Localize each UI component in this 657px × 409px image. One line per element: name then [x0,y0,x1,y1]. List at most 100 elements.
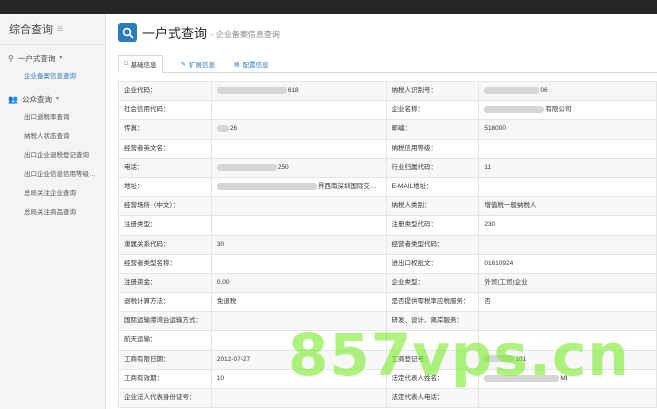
field-label: 是否提供零税率应税服务： [387,293,480,312]
edit-icon: ✎ [181,61,187,68]
table-row: 企业代码： 618 纳税人识别号： 06 [119,82,657,102]
field-value [212,139,387,158]
field-label: 研发、设计、离岸服务： [387,312,480,331]
field-value: 101 [479,350,657,369]
table-row: 隶属关系代码： 30 经营者类型代码： [119,235,657,255]
field-value: 06 [479,82,657,101]
field-label: 传真： [119,120,212,139]
sidebar-group-public[interactable]: 👥 公众查询 ▼ [0,90,105,108]
redacted-mask [216,182,317,190]
redacted-mask [216,125,229,133]
info-table: 企业代码： 618 纳税人识别号： 06 社会信用代码： 企业名称： 有限公司 传真： 26 邮编… [118,81,657,409]
field-value [212,312,387,331]
table-row: 地址： 界西南深圳国际交… E-MAIL地址： [119,177,657,198]
sidebar-item-focus-goods[interactable]: 总局关注商品查询 [0,203,105,222]
field-value [212,101,387,120]
field-label: 经营者英文名： [119,139,212,158]
field-label: 企业代码： [119,82,212,101]
sidebar: 综合查询 ≡ ⚲ 一户式查询 ▼ 企业备案信息查询 👥 公众查询 ▼ 出口退税率… [0,14,106,409]
table-row: 电话： 250 行业归属代码： 11 [119,158,657,178]
field-value: 0.00 [212,273,387,293]
field-value [479,235,657,254]
field-label: 纳税信用等级： [387,139,480,158]
sidebar-group-household[interactable]: ⚲ 一户式查询 ▼ [0,49,105,67]
main-content: 一户式查询 - 企业备案信息查询 □ 基础信息 ✎ 扩展信息 ▤ 配置信息 企业… [107,14,657,409]
field-value [479,312,657,331]
field-label: 企业名称： [387,101,480,120]
page-subtitle: - 企业备案信息查询 [211,29,280,39]
field-label: 注册类型代码： [387,216,480,235]
table-row: 企业法人代表身份证号： 法定代表人电话： [119,389,657,409]
field-label: 工商登记号： [387,350,480,369]
field-label: E-MAIL地址： [387,177,480,197]
table-row: 传真： 26 邮编： 518000 [119,120,657,140]
field-value [212,254,387,273]
redacted-mask [484,86,540,94]
search-icon [118,23,137,42]
field-label: 工商有限日期： [119,350,212,369]
sidebar-title: 综合查询 ≡ [0,14,105,45]
table-row: 经营者类型名称： 进出口权批文： 01610924 [119,254,657,274]
users-icon: 👥 [8,94,18,104]
table-row: 工商有限日期： 2012-07-27 工商登记号： 101 [119,350,657,370]
field-label: 行业归属代码： [387,158,480,177]
field-label: 纳税人识别号： [387,82,480,101]
field-label: 地址： [119,177,212,197]
field-label: 退税计算方法： [119,293,212,312]
chevron-down-icon: ▼ [54,96,60,102]
sidebar-item-taxpayer-status[interactable]: 纳税人状态查询 [0,127,105,146]
field-value: 否 [479,293,657,312]
field-value [479,389,657,408]
field-label: 工商有效期： [119,369,212,388]
field-value: 618 [212,82,387,101]
redacted-mask [484,355,515,363]
page-title: 一户式查询 [142,26,208,41]
field-value: 10 [212,369,387,388]
field-label: 经营场所（中文）： [119,197,212,216]
field-value: 增值税一般纳税人 [479,197,657,216]
table-row: 工商有效期： 10 法定代表人姓名： MI [119,369,657,389]
sidebar-item-enterprise-record[interactable]: 企业备案信息查询 [0,67,105,86]
field-value: 11 [479,158,657,177]
field-value: 01610924 [479,254,657,273]
field-label: 法定代表人姓名： [387,369,480,388]
tab-config-info[interactable]: ▤ 配置信息 [229,55,274,73]
field-label: 纳税人类别： [387,197,480,216]
field-label: 经营者类型名称： [119,254,212,273]
field-value: MI [479,369,657,388]
doc-icon: ▤ [234,61,240,68]
search-icon: ⚲ [8,53,14,63]
menu-icon[interactable]: ≡ [57,24,63,35]
redacted-mask [216,163,277,171]
sidebar-item-tax-rate[interactable]: 出口退税率查询 [0,108,105,127]
top-bar [0,0,657,14]
field-value [479,177,657,197]
table-row: 经营场所（中文）： 纳税人类别： 增值税一般纳税人 [119,197,657,217]
sidebar-item-credit-level[interactable]: 出口企业信息信用等级… [0,165,105,184]
field-label: 注册类型： [119,216,212,235]
field-value [212,216,387,235]
field-label: 航天运输： [119,331,212,350]
tab-basic-info[interactable]: □ 基础信息 [118,55,163,73]
sidebar-item-focus-enterprise[interactable]: 总局关注企业查询 [0,184,105,203]
table-row: 注册资金： 0.00 企业类型： 外贸(工贸)企业 [119,273,657,294]
file-icon: □ [124,61,128,67]
table-row: 经营者英文名： 纳税信用等级： [119,139,657,159]
field-value: 界西南深圳国际交… [212,177,387,197]
page-header: 一户式查询 - 企业备案信息查询 [118,23,280,42]
sidebar-item-export-registration[interactable]: 出口企业退税登记查询 [0,146,105,165]
field-value: 250 [212,158,387,177]
field-value: 外贸(工贸)企业 [479,273,657,293]
tab-extended-info[interactable]: ✎ 扩展信息 [176,55,220,73]
field-value [479,331,657,350]
field-label: 进出口权批文： [387,254,480,273]
table-row: 航天运输： [119,331,657,351]
field-value: 2012-07-27 [212,350,387,369]
field-label: 法定代表人电话： [387,389,480,408]
field-label: 国际运输港湾台运输方式： [119,312,212,331]
table-row: 社会信用代码： 企业名称： 有限公司 [119,101,657,121]
field-label: 社会信用代码： [119,101,212,120]
field-value [479,139,657,158]
chevron-down-icon: ▼ [58,55,64,61]
field-label: 电话： [119,158,212,177]
